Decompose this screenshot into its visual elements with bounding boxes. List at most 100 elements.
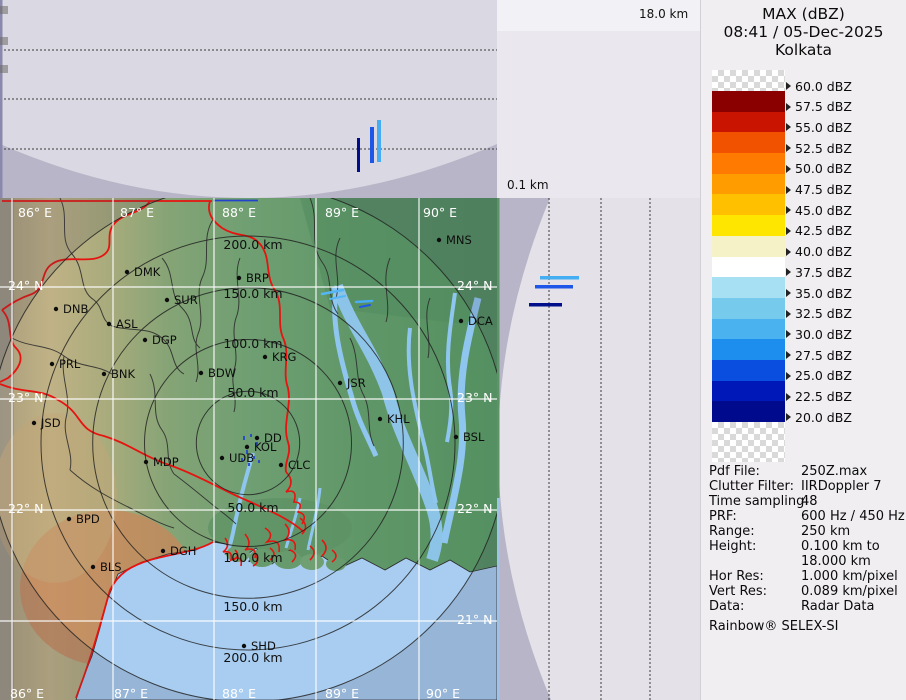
site-name: Kolkata [701, 41, 906, 59]
metadata-row: Vert Res:0.089 km/pixel [709, 584, 903, 599]
level-value: 35.0 dBZ [795, 286, 852, 301]
range-ring-label: 100.0 km [223, 336, 282, 351]
color-scale-level: 35.0 dBZ [786, 286, 852, 300]
graticule-label: 89° E [325, 686, 359, 700]
color-band [712, 319, 785, 340]
range-ring-label: 150.0 km [223, 599, 282, 614]
echo-column [377, 120, 381, 162]
color-band [712, 112, 785, 133]
graticule-label: 90° E [426, 686, 460, 700]
level-value: 25.0 dBZ [795, 368, 852, 383]
color-scale [712, 70, 785, 462]
metadata-value: 0.089 km/pixel [801, 584, 898, 599]
metadata-value: 18.000 km [801, 554, 871, 569]
level-value: 47.5 dBZ [795, 182, 852, 197]
echo-row [535, 285, 573, 289]
metadata-row: Height:0.100 km to [709, 539, 903, 554]
color-scale-level: 42.5 dBZ [786, 224, 852, 238]
level-value: 45.0 dBZ [795, 203, 852, 218]
station-dot [91, 565, 95, 569]
station-label: KHL [387, 412, 410, 426]
product-title: MAX (dBZ) [701, 5, 906, 23]
echo-column [370, 127, 374, 163]
station-dot [102, 372, 106, 376]
station-label: BNK [111, 367, 135, 381]
product-timestamp: 08:41 / 05-Dec-2025 [701, 23, 906, 41]
level-value: 20.0 dBZ [795, 410, 852, 425]
graticule-label: 90° E [423, 205, 457, 220]
station-dot [454, 435, 458, 439]
station-label: BPD [76, 512, 100, 526]
product-metadata: Pdf File:250Z.maxClutter Filter:IIRDoppl… [709, 464, 903, 614]
level-arrow-icon [786, 268, 791, 276]
color-band [712, 194, 785, 215]
metadata-label: Time sampling: [709, 494, 801, 509]
metadata-value: IIRDoppler 7 [801, 479, 882, 494]
metadata-row: PRF:600 Hz / 450 Hz [709, 509, 903, 524]
ns-height-projection-panel [497, 198, 700, 700]
corner-region: 18.0 km 0.1 km [497, 0, 700, 198]
graticule-label: 23° N [457, 390, 492, 405]
color-band [712, 401, 785, 422]
legend-panel: MAX (dBZ) 08:41 / 05-Dec-2025 Kolkata 60… [700, 0, 906, 700]
station-dot [144, 460, 148, 464]
station-dot [245, 445, 249, 449]
metadata-row: Time sampling:48 [709, 494, 903, 509]
station-dot [199, 371, 203, 375]
metadata-value: 250 km [801, 524, 850, 539]
color-band [712, 277, 785, 298]
station-label: CLC [288, 458, 310, 472]
echo-streak [356, 301, 372, 302]
station-label: DGP [152, 333, 177, 347]
color-band [712, 132, 785, 153]
graticule-label: 88° E [222, 686, 256, 700]
range-ring-label: 50.0 km [227, 500, 278, 515]
station-label: MDP [153, 455, 179, 469]
color-scale-level: 30.0 dBZ [786, 327, 852, 341]
station-label: SHD [251, 639, 276, 653]
level-value: 55.0 dBZ [795, 120, 852, 135]
station-dot [237, 276, 241, 280]
color-band [712, 215, 785, 236]
color-band [712, 339, 785, 360]
legend-title-block: MAX (dBZ) 08:41 / 05-Dec-2025 Kolkata [701, 5, 906, 59]
metadata-row: Pdf File:250Z.max [709, 464, 903, 479]
station-dot [242, 644, 246, 648]
level-value: 57.5 dBZ [795, 99, 852, 114]
level-arrow-icon [786, 310, 791, 318]
station-label: MNS [446, 233, 472, 247]
graticule-label: 86° E [18, 205, 52, 220]
level-value: 40.0 dBZ [795, 244, 852, 259]
station-dot [161, 549, 165, 553]
color-scale-level: 27.5 dBZ [786, 348, 852, 362]
level-arrow-icon [786, 413, 791, 421]
graticule-label: 22° N [8, 501, 43, 516]
metadata-value: 600 Hz / 450 Hz [801, 509, 905, 524]
station-label: PRL [59, 357, 81, 371]
level-arrow-icon [786, 186, 791, 194]
station-label: DNB [63, 302, 88, 316]
station-dot [437, 238, 441, 242]
color-band [712, 153, 785, 174]
level-arrow-icon [786, 144, 791, 152]
color-scale-level: 60.0 dBZ [786, 79, 852, 93]
color-scale-level: 37.5 dBZ [786, 265, 852, 279]
level-arrow-icon [786, 227, 791, 235]
level-value: 60.0 dBZ [795, 79, 852, 94]
map-canvas: 200.0 km150.0 km100.0 km50.0 km50.0 km10… [0, 198, 497, 700]
metadata-label: Hor Res: [709, 569, 801, 584]
color-band [712, 257, 785, 278]
station-dot [143, 338, 147, 342]
color-scale-level: 52.5 dBZ [786, 141, 852, 155]
metadata-row: 18.000 km [709, 554, 903, 569]
graticule-label: 87° E [114, 686, 148, 700]
radar-application-window: 18.0 km 0.1 km [0, 0, 906, 700]
station-dot [107, 322, 111, 326]
metadata-label: PRF: [709, 509, 801, 524]
graticule-label: 87° E [120, 205, 154, 220]
station-dot [279, 463, 283, 467]
level-value: 50.0 dBZ [795, 161, 852, 176]
station-label: SUR [174, 293, 198, 307]
level-arrow-icon [786, 330, 791, 338]
graticule-label: 22° N [457, 501, 492, 516]
